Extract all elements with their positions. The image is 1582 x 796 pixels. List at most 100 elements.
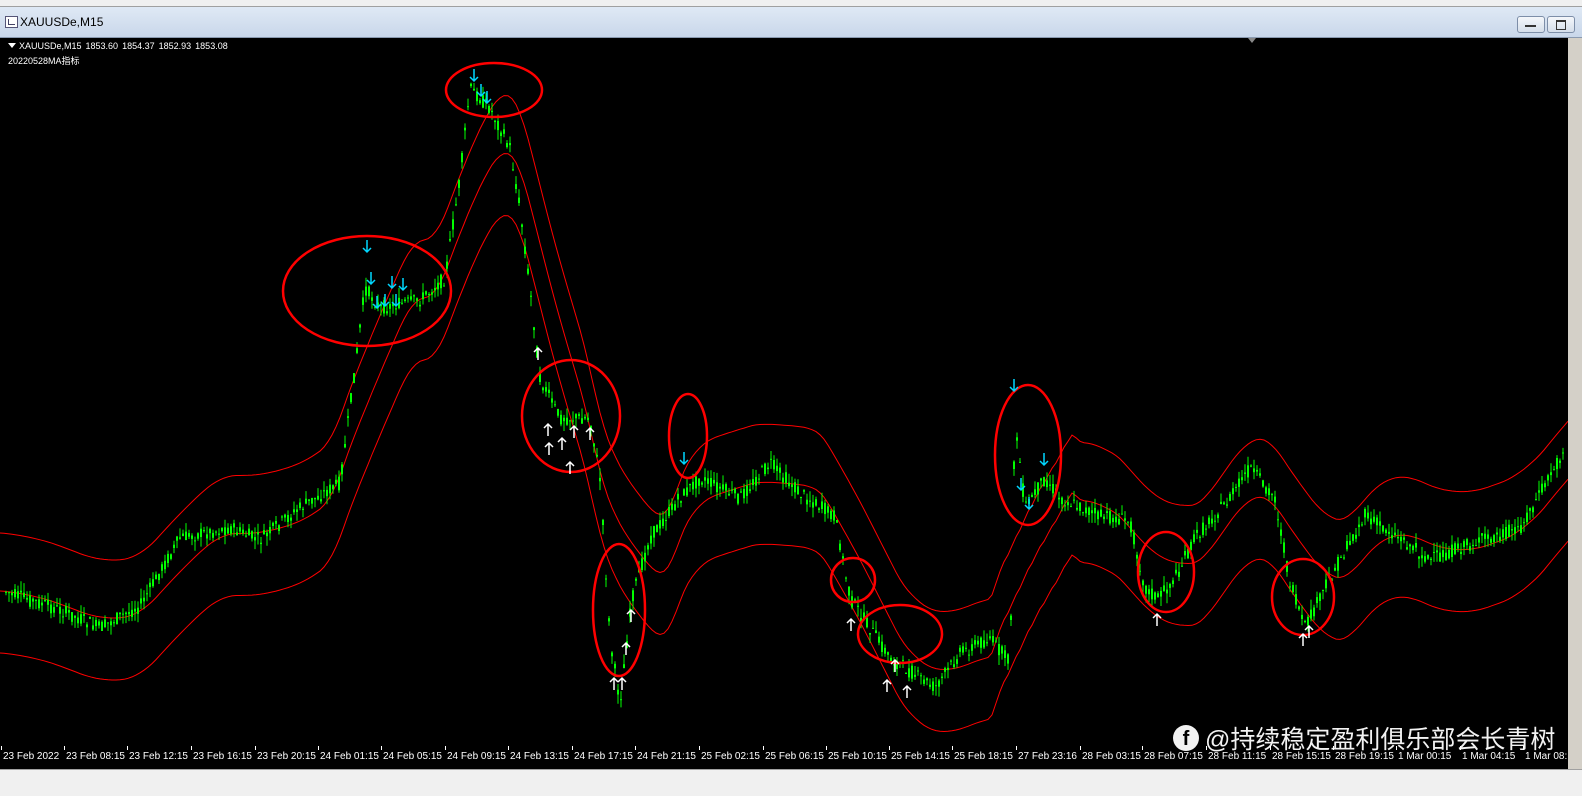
chart-window-titlebar[interactable]: XAUUSDe,M15 [0,7,1582,38]
time-axis-label: 24 Feb 17:15 [574,751,633,762]
candle-body [1037,482,1039,495]
candle-body [1103,516,1105,520]
candle-body [155,574,157,580]
candle-body [578,414,580,416]
candle-body [755,476,757,486]
candle-body [620,699,622,701]
candle-body [302,508,304,510]
time-axis-label: 25 Feb 06:15 [765,751,824,762]
candle-body [1457,543,1459,549]
candle-body [404,299,406,301]
candle-body [584,416,586,419]
candle-body [530,295,532,297]
candle-body [542,387,544,391]
candle-body [836,520,838,523]
candle-body [1259,473,1261,476]
candle-body [1127,521,1129,523]
candle-body [1004,650,1006,658]
candle-body [1220,501,1222,504]
candle-body [692,481,694,490]
candle-body [1361,524,1363,526]
candle-body [602,519,604,525]
candle-body [1133,532,1135,545]
candle-body [257,532,259,535]
chart-shift-marker-icon[interactable] [1248,38,1256,43]
candle-body [869,633,871,635]
minimize-button[interactable] [1517,16,1545,33]
candle-body [299,502,301,508]
sell-signal-arrow-icon [679,452,689,466]
candle-body [1040,478,1042,481]
candle-body [662,518,664,526]
candle-body [569,420,571,422]
highlight-circle [520,358,622,474]
bottom-bar [0,769,1582,796]
band-lower-line [0,215,1568,733]
candle-body [194,540,196,542]
chart-canvas[interactable] [0,38,1568,769]
candle-body [512,169,514,171]
candle-body [290,517,292,521]
candle-body [464,127,466,131]
candle-body [209,528,211,534]
candle-body [23,592,25,598]
candle-body [1277,519,1279,521]
candle-body [1202,522,1204,535]
candle-body [356,348,358,353]
candle-body [509,143,511,146]
candle-body [1334,567,1336,571]
candle-body [59,606,61,614]
restore-button[interactable] [1547,16,1575,33]
candle-body [554,404,556,406]
highlight-circle [993,383,1063,527]
candle-body [950,660,952,662]
price-chart[interactable]: XAUUSDe,M15 1853.60 1854.37 1852.93 1853.08 … [0,38,1568,769]
candle-body [389,303,391,309]
candle-body [1346,541,1348,550]
candle-body [1313,607,1315,617]
candle-body [1034,489,1036,495]
candle-body [1166,589,1168,594]
candle-body [974,640,976,645]
candle-body [734,488,736,494]
candle-body [596,454,598,457]
candle-body [1349,540,1351,545]
candle-body [1199,536,1201,538]
candle-body [26,597,28,600]
candle-body [233,523,235,528]
candle-body [572,420,574,422]
candle-body [695,476,697,489]
watermark: f @持续稳定盈利俱乐部会长青树 [1173,720,1555,756]
candle-body [731,489,733,491]
collapse-triangle-icon[interactable] [8,43,16,48]
candle-body [956,659,958,664]
candle-body [818,508,820,510]
candle-body [506,143,508,148]
candle-body [1106,511,1108,513]
candle-body [968,654,970,656]
candle-body [1364,509,1366,518]
window-right-edge [1568,38,1582,769]
candle-body [875,630,877,634]
candle-body [1499,536,1501,541]
time-axis-tick [952,746,953,750]
candle-body [50,604,52,614]
candle-body [443,285,445,287]
candle-body [977,640,979,645]
candle-body [653,526,655,538]
indicator-name: 20220528MA指标 [8,56,80,66]
candle-body [1247,465,1249,478]
candle-body [725,484,727,491]
candle-body [362,297,364,305]
candle-body [395,308,397,310]
candle-body [1352,534,1354,541]
buy-signal-arrow-icon [617,676,627,690]
candle-body [833,510,835,521]
time-axis-label: 25 Feb 02:15 [701,751,760,762]
candle-body [1316,597,1318,604]
candle-body [314,497,316,500]
candle-body [905,673,907,674]
candle-body [1064,505,1066,507]
candle-body [644,552,646,562]
candle-body [1001,646,1003,654]
